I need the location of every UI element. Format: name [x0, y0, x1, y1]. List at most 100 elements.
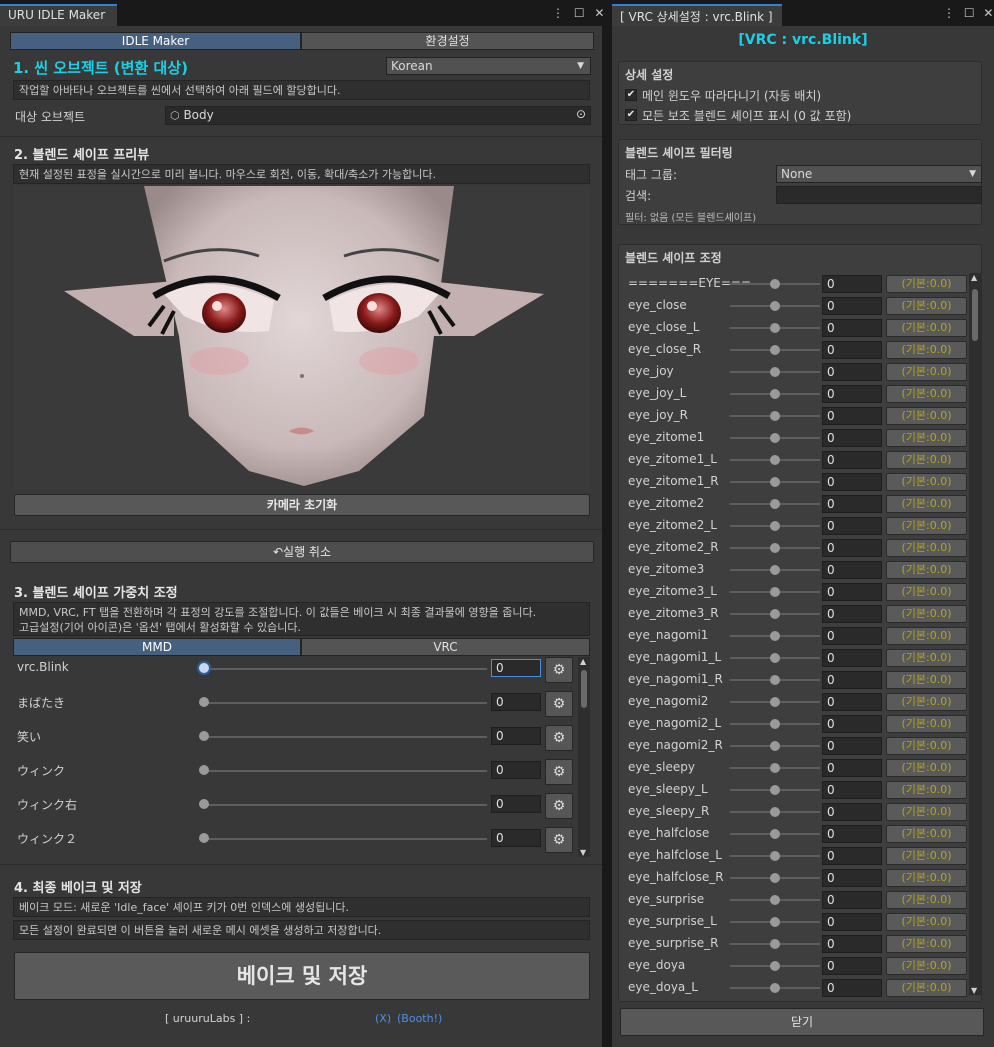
blendshape-value-input[interactable]: 0 [822, 341, 882, 359]
blendshape-value-input[interactable]: 0 [822, 825, 882, 843]
reset-default-button[interactable]: (기본:0.0) [886, 825, 967, 843]
show-all-blendshapes-checkbox[interactable]: ✔ [625, 109, 637, 121]
weight-slider[interactable] [203, 838, 487, 840]
reset-default-button[interactable]: (기본:0.0) [886, 803, 967, 821]
blendshape-value-input[interactable]: 0 [822, 715, 882, 733]
blendshape-value-input[interactable]: 0 [822, 319, 882, 337]
blendshape-slider-handle[interactable] [770, 411, 780, 421]
footer-link-booth[interactable]: (Booth!) [397, 1012, 442, 1025]
object-picker-icon[interactable]: ⊙ [576, 107, 586, 121]
close-icon[interactable]: ✕ [594, 6, 604, 20]
blendshape-slider-handle[interactable] [770, 345, 780, 355]
weight-slider-handle[interactable] [199, 799, 209, 809]
blendshape-value-input[interactable]: 0 [822, 649, 882, 667]
reset-default-button[interactable]: (기본:0.0) [886, 495, 967, 513]
blendshape-value-input[interactable]: 0 [822, 561, 882, 579]
blendshape-value-input[interactable]: 0 [822, 803, 882, 821]
blendshape-value-input[interactable]: 0 [822, 473, 882, 491]
weight-value-input[interactable]: 0 [491, 693, 541, 711]
blendshape-value-input[interactable]: 0 [822, 781, 882, 799]
reset-default-button[interactable]: (기본:0.0) [886, 539, 967, 557]
scroll-up-icon[interactable]: ▲ [971, 273, 977, 282]
weight-value-input[interactable]: 0 [491, 659, 541, 677]
blendshape-value-input[interactable]: 0 [822, 935, 882, 953]
weight-value-input[interactable]: 0 [491, 795, 541, 813]
blendshape-value-input[interactable]: 0 [822, 759, 882, 777]
blendshape-value-input[interactable]: 0 [822, 429, 882, 447]
blendshape-slider-handle[interactable] [770, 609, 780, 619]
blendshape-value-input[interactable]: 0 [822, 539, 882, 557]
blendshape-slider-handle[interactable] [770, 521, 780, 531]
tag-group-dropdown[interactable]: None ▼ [776, 165, 982, 183]
blendshape-slider-handle[interactable] [770, 895, 780, 905]
scroll-down-icon[interactable]: ▼ [580, 848, 586, 857]
weight-value-input[interactable]: 0 [491, 761, 541, 779]
reset-default-button[interactable]: (기본:0.0) [886, 605, 967, 623]
weight-slider-handle[interactable] [199, 765, 209, 775]
blendshape-slider-handle[interactable] [770, 565, 780, 575]
reset-default-button[interactable]: (기본:0.0) [886, 869, 967, 887]
blendshape-value-input[interactable]: 0 [822, 913, 882, 931]
reset-default-button[interactable]: (기본:0.0) [886, 759, 967, 777]
weight-slider[interactable] [203, 702, 487, 704]
blendshape-slider-handle[interactable] [770, 785, 780, 795]
gear-icon[interactable]: ⚙ [545, 691, 573, 717]
weight-slider-handle[interactable] [199, 731, 209, 741]
blendshape-slider-handle[interactable] [770, 873, 780, 883]
scroll-up-icon[interactable]: ▲ [580, 657, 586, 666]
reset-default-button[interactable]: (기본:0.0) [886, 891, 967, 909]
right-window-tab[interactable]: [ VRC 상세설정 : vrc.Blink ] [612, 4, 782, 26]
blendshape-slider-handle[interactable] [770, 829, 780, 839]
blendshape-slider-handle[interactable] [770, 719, 780, 729]
reset-default-button[interactable]: (기본:0.0) [886, 781, 967, 799]
reset-default-button[interactable]: (기본:0.0) [886, 627, 967, 645]
blendshape-slider-handle[interactable] [770, 763, 780, 773]
tab-mmd[interactable]: MMD [13, 638, 301, 656]
target-object-field[interactable]: ⬡ Body ⊙ [165, 106, 591, 125]
reset-default-button[interactable]: (기본:0.0) [886, 649, 967, 667]
blendshape-value-input[interactable]: 0 [822, 737, 882, 755]
blendshape-value-input[interactable]: 0 [822, 671, 882, 689]
follow-main-window-checkbox[interactable]: ✔ [625, 89, 637, 101]
undo-button[interactable]: ↶실행 취소 [10, 541, 594, 563]
reset-default-button[interactable]: (기본:0.0) [886, 693, 967, 711]
blendshape-value-input[interactable]: 0 [822, 275, 882, 293]
reset-camera-button[interactable]: 카메라 초기화 [14, 494, 590, 516]
reset-default-button[interactable]: (기본:0.0) [886, 275, 967, 293]
blendshape-slider-handle[interactable] [770, 961, 780, 971]
reset-default-button[interactable]: (기본:0.0) [886, 297, 967, 315]
blendshape-value-input[interactable]: 0 [822, 627, 882, 645]
weight-slider-handle[interactable] [199, 833, 209, 843]
reset-default-button[interactable]: (기본:0.0) [886, 451, 967, 469]
blendshape-slider-handle[interactable] [770, 323, 780, 333]
blendshape-slider-handle[interactable] [770, 279, 780, 289]
blendshape-value-input[interactable]: 0 [822, 847, 882, 865]
blendshape-value-input[interactable]: 0 [822, 957, 882, 975]
reset-default-button[interactable]: (기본:0.0) [886, 737, 967, 755]
menu-icon[interactable]: ⋮ [943, 6, 955, 20]
blendshape-slider-handle[interactable] [770, 851, 780, 861]
blendshape-slider-handle[interactable] [770, 697, 780, 707]
blendshape-value-input[interactable]: 0 [822, 605, 882, 623]
maximize-icon[interactable]: ☐ [964, 6, 975, 20]
blendshape-slider-handle[interactable] [770, 587, 780, 597]
reset-default-button[interactable]: (기본:0.0) [886, 385, 967, 403]
tab-idle-maker[interactable]: IDLE Maker [10, 32, 301, 50]
blendshape-slider-handle[interactable] [770, 433, 780, 443]
close-button[interactable]: 닫기 [620, 1008, 984, 1036]
reset-default-button[interactable]: (기본:0.0) [886, 561, 967, 579]
blendshape-slider-handle[interactable] [770, 367, 780, 377]
weight-slider[interactable] [203, 804, 487, 806]
weight-slider-handle[interactable] [199, 663, 209, 673]
blendshape-list-scroll-thumb[interactable] [972, 289, 978, 341]
reset-default-button[interactable]: (기본:0.0) [886, 319, 967, 337]
weight-slider[interactable] [203, 770, 487, 772]
blendshape-value-input[interactable]: 0 [822, 495, 882, 513]
blendshape-slider-handle[interactable] [770, 983, 780, 993]
blendshape-value-input[interactable]: 0 [822, 979, 882, 997]
weight-value-input[interactable]: 0 [491, 727, 541, 745]
reset-default-button[interactable]: (기본:0.0) [886, 583, 967, 601]
footer-link-x[interactable]: (X) [375, 1012, 391, 1025]
weight-list-scroll-thumb[interactable] [581, 670, 587, 708]
search-input[interactable] [776, 186, 982, 204]
